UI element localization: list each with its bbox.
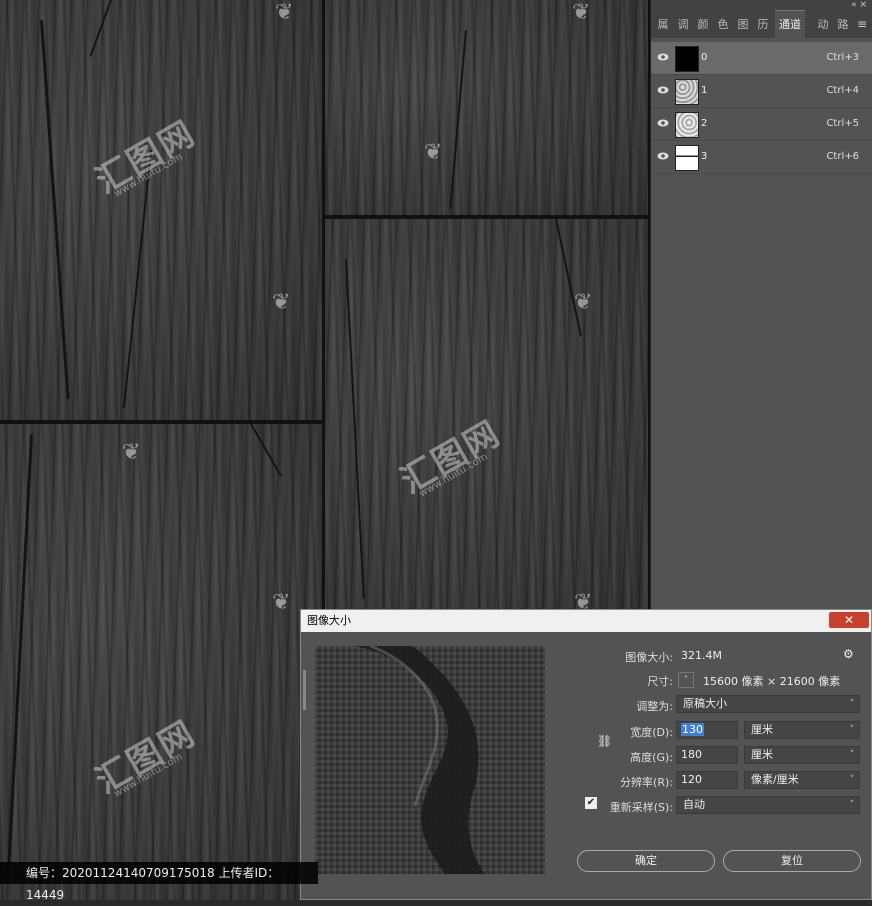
dimensions-label: 尺寸: [647, 675, 673, 688]
fit-to-select[interactable]: 原稿大小 ˅ [676, 695, 860, 713]
watermark-logo-icon: ❦ [122, 440, 141, 465]
image-size-value: 321.4M [681, 649, 722, 662]
chevron-down-icon[interactable]: ˅ [678, 672, 694, 688]
resample-label: 重新采样(S): [609, 801, 673, 814]
watermark-logo-icon: ❦ [574, 290, 593, 315]
image-size-dialog: 图像大小 ✕ 图像大小: 321.4M ⚙ 尺寸: ˅ 15600 像素 × 2… [300, 609, 872, 900]
channel-thumbnail [675, 79, 699, 105]
channel-thumbnail [675, 112, 699, 138]
reset-button[interactable]: 复位 [723, 850, 861, 872]
resolution-input[interactable]: 120 [676, 771, 738, 789]
width-unit-select[interactable]: 厘米 ˅ [744, 721, 860, 739]
width-input[interactable]: 130 [676, 721, 738, 739]
dimensions-value: 15600 像素 × 21600 像素 [703, 675, 841, 688]
eye-icon[interactable] [657, 118, 669, 128]
channel-name: 3 [701, 151, 708, 162]
tab-actions[interactable]: 动 [815, 16, 831, 32]
tab-properties[interactable]: 属 [655, 16, 671, 32]
channel-shortcut: Ctrl+4 [826, 85, 859, 96]
channel-thumbnail [675, 46, 699, 72]
channel-list: 0 Ctrl+3 1 Ctrl+4 2 Ctrl+5 3 Ctrl+6 [651, 42, 872, 174]
panel-window-controls[interactable]: « × [651, 0, 872, 10]
tab-channels[interactable]: 通道 [775, 9, 805, 39]
tab-history[interactable]: 历 [755, 16, 771, 32]
preview-scrollbar[interactable] [303, 670, 306, 710]
watermark-logo-icon: ❦ [272, 290, 291, 315]
channel-thumbnail [675, 145, 699, 171]
fit-to-label: 调整为: [636, 700, 673, 713]
tab-swatches[interactable]: 色 [715, 16, 731, 32]
watermark-logo-icon: ❦ [275, 0, 294, 25]
watermark-logo-icon: ❦ [424, 140, 443, 165]
tab-paths[interactable]: 路 [835, 16, 851, 32]
watermark-logo-icon: ❦ [572, 0, 591, 25]
resample-select[interactable]: 自动 ˅ [676, 796, 860, 814]
channel-name: 0 [701, 52, 708, 63]
channel-row-3[interactable]: 3 Ctrl+6 [651, 141, 872, 174]
channel-shortcut: Ctrl+3 [826, 52, 859, 63]
watermark-logo-icon: ❦ [272, 590, 291, 615]
eye-icon[interactable] [657, 85, 669, 95]
channel-name: 1 [701, 85, 708, 96]
eye-icon[interactable] [657, 52, 669, 62]
dialog-title-bar: 图像大小 ✕ [301, 610, 871, 632]
wood-tile-2 [325, 0, 648, 215]
eye-icon[interactable] [657, 151, 669, 161]
close-button[interactable]: ✕ [829, 612, 869, 628]
panel-tabs: 属 调 颜 色 图 历 通道 动 路 ≡ [651, 9, 872, 39]
image-preview[interactable] [315, 646, 545, 874]
channel-row-0[interactable]: 0 Ctrl+3 [651, 42, 872, 75]
dialog-title: 图像大小 [307, 614, 351, 627]
resolution-unit-select[interactable]: 像素/厘米 ˅ [744, 771, 860, 789]
tab-color[interactable]: 颜 [695, 16, 711, 32]
channel-shortcut: Ctrl+5 [826, 118, 859, 129]
channel-shortcut: Ctrl+6 [826, 151, 859, 162]
tab-adjustments[interactable]: 调 [675, 16, 691, 32]
tab-layers[interactable]: 图 [735, 16, 751, 32]
wood-tile-4 [0, 423, 322, 900]
hamburger-icon[interactable]: ≡ [857, 17, 867, 31]
resolution-label: 分辨率(R): [620, 776, 673, 789]
channel-row-2[interactable]: 2 Ctrl+5 [651, 108, 872, 141]
upload-info-bar: 编号：20201124140709175018 上传者ID： 14449 [0, 862, 318, 902]
channel-row-1[interactable]: 1 Ctrl+4 [651, 75, 872, 108]
ok-button[interactable]: 确定 [577, 850, 715, 872]
wood-tile-1 [0, 0, 322, 420]
height-input[interactable]: 180 [676, 746, 738, 764]
preview-texture [315, 646, 545, 874]
height-label: 高度(G): [630, 751, 673, 764]
channels-panel: « × 属 调 颜 色 图 历 通道 动 路 ≡ 0 Ctrl+3 1 Ctrl… [650, 0, 872, 610]
resample-checkbox[interactable]: ✔ [585, 797, 597, 809]
height-unit-select[interactable]: 厘米 ˅ [744, 746, 860, 764]
channel-name: 2 [701, 118, 708, 129]
image-size-label: 图像大小: [625, 651, 673, 664]
width-label: 宽度(D): [630, 726, 673, 739]
gear-icon[interactable]: ⚙ [843, 647, 854, 661]
